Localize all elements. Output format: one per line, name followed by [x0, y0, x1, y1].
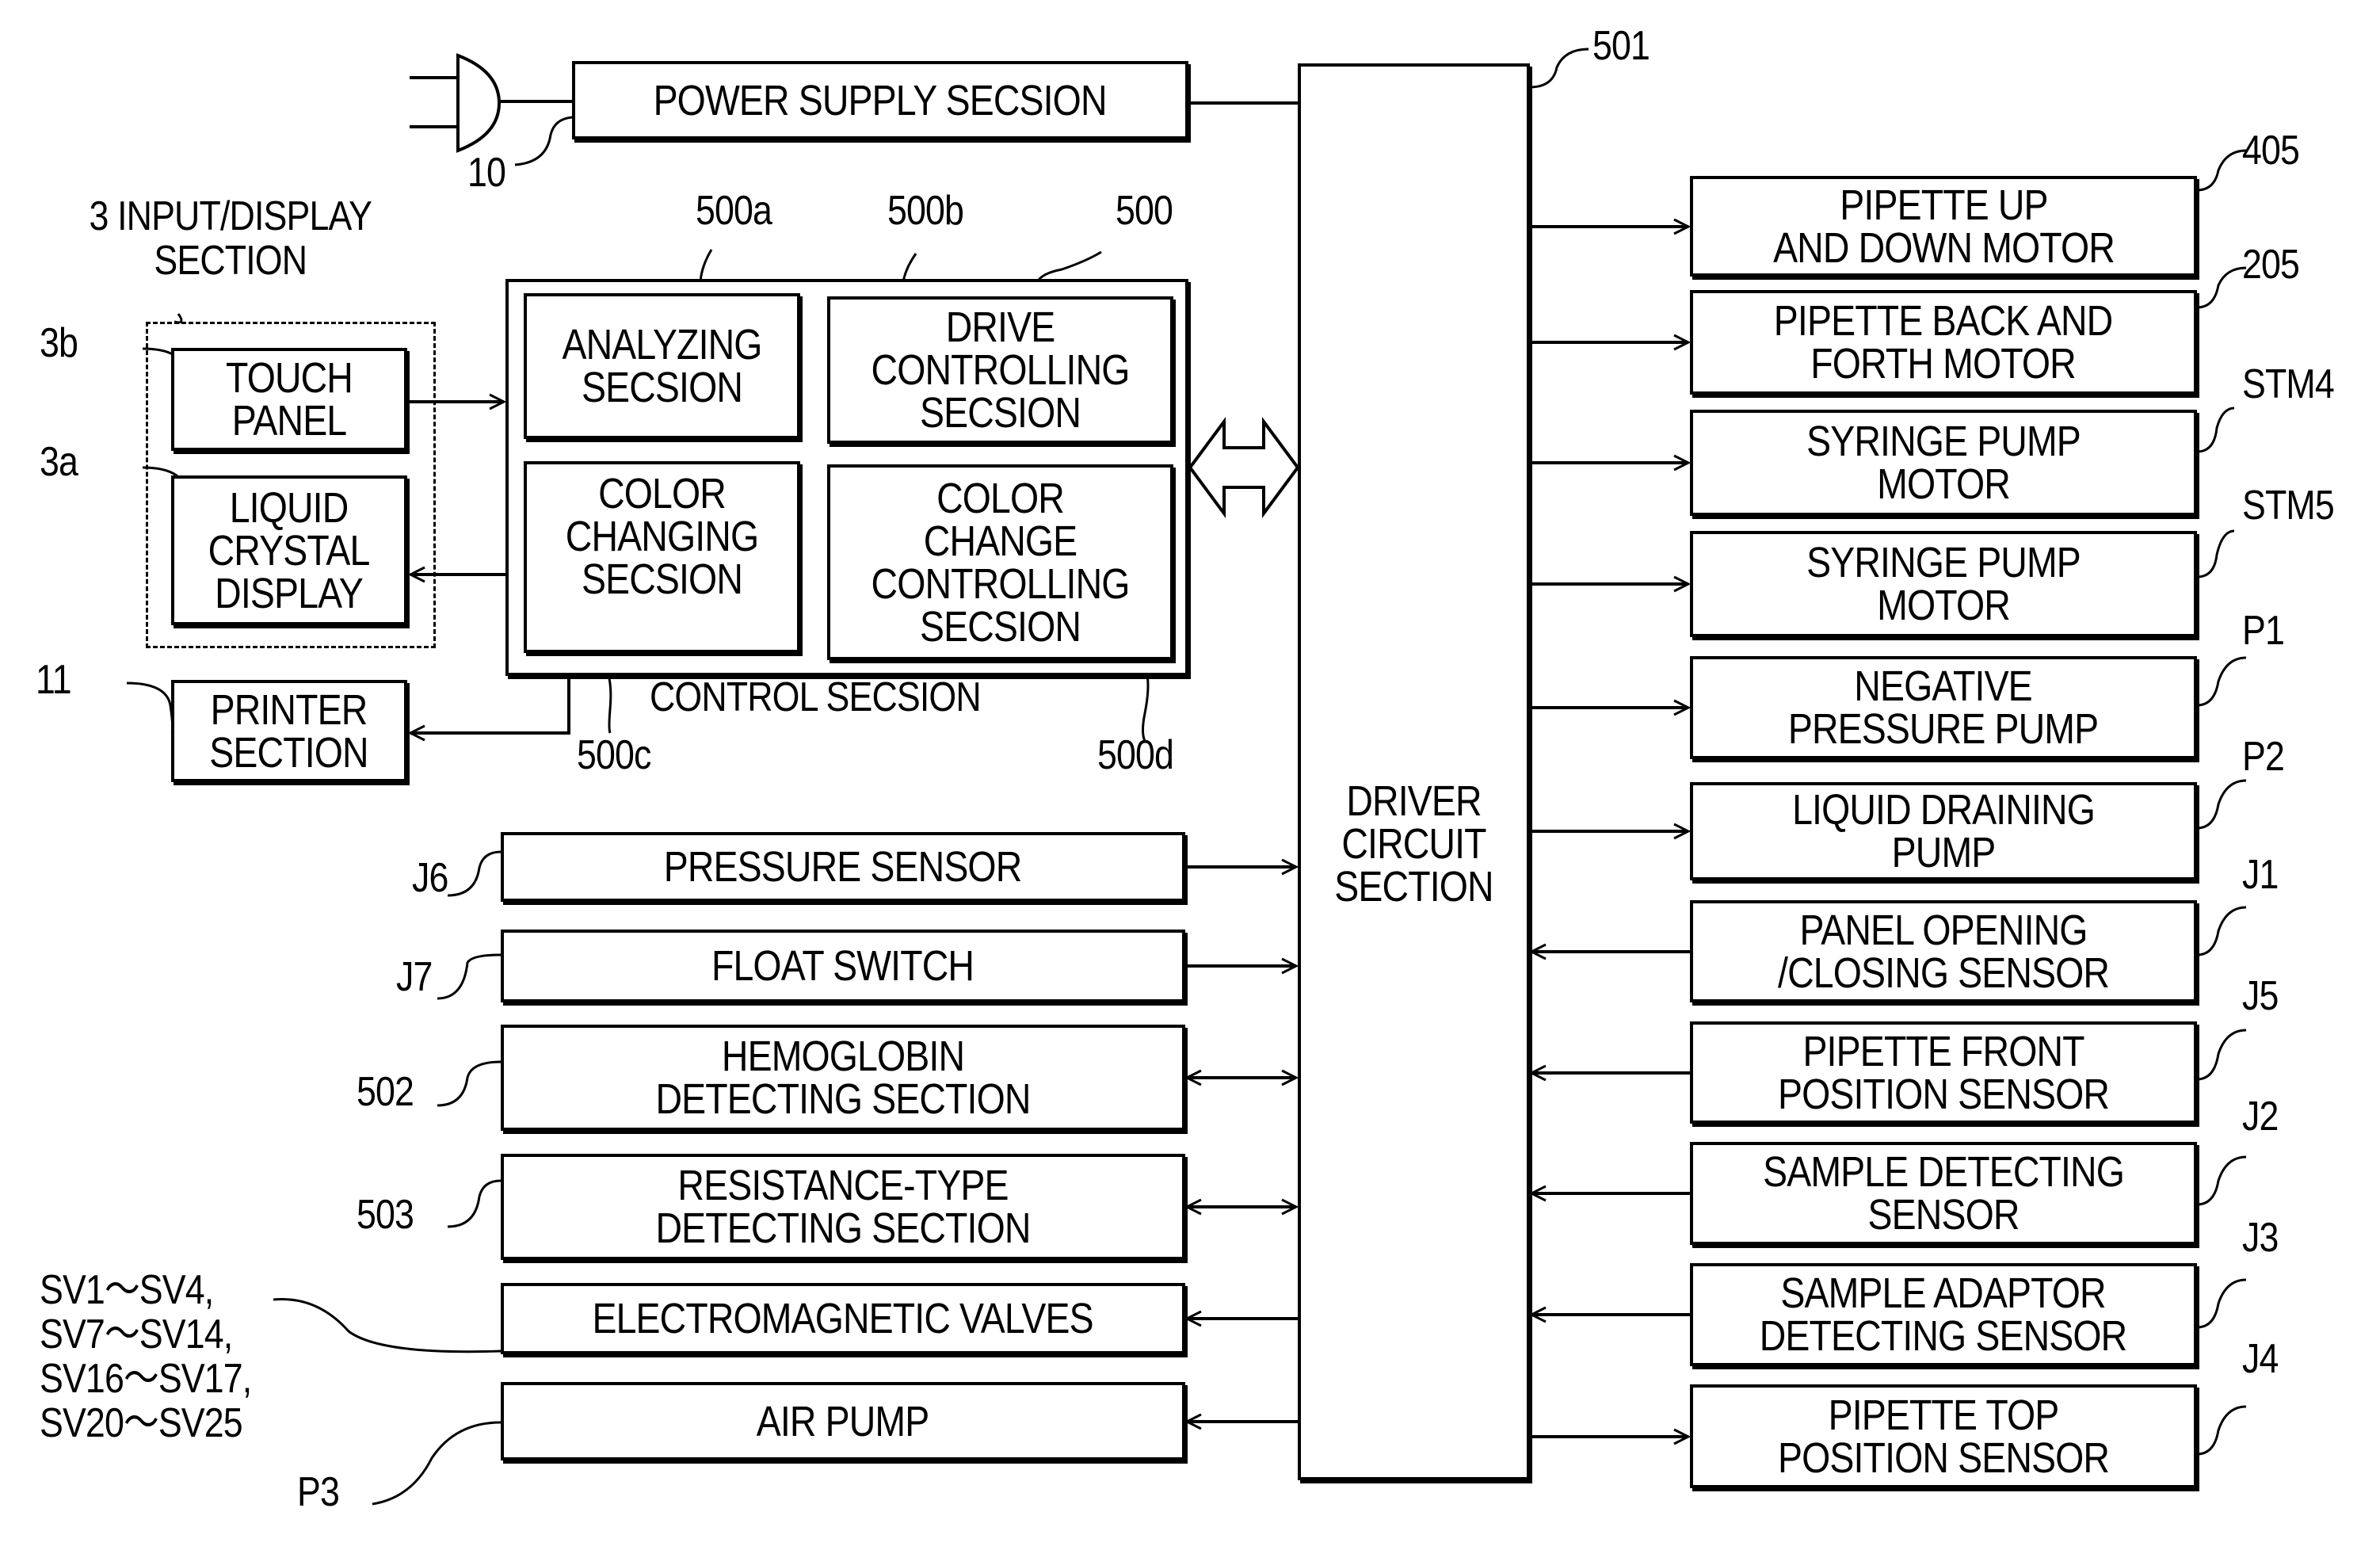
right-device-box: LIQUID DRAINING PUMP	[1690, 782, 2197, 880]
control-section-label: CONTROL SECSION	[650, 674, 982, 720]
ref-501: 501	[1592, 23, 1650, 69]
left-device-lines	[1185, 867, 1298, 1422]
right-device-label: PIPETTE FRONT POSITION SENSOR	[1777, 1027, 2110, 1118]
power-supply-label: POWER SUPPLY SECSION	[653, 76, 1108, 124]
ref-11: 11	[36, 657, 72, 703]
right-device-ref: J2	[2242, 1094, 2279, 1140]
right-device-box: PIPETTE UP AND DOWN MOTOR	[1690, 176, 2197, 277]
left-device-box: AIR PUMP	[501, 1382, 1185, 1460]
left-device-box: HEMOGLOBIN DETECTING SECTION	[501, 1025, 1185, 1131]
right-device-label: SYRINGE PUMP MOTOR	[1806, 418, 2081, 508]
right-device-label: LIQUID DRAINING PUMP	[1792, 786, 2096, 876]
right-device-ref: 205	[2242, 242, 2300, 288]
ref-500b: 500b	[887, 188, 964, 234]
right-device-label: SAMPLE ADAPTOR DETECTING SENSOR	[1760, 1269, 2127, 1360]
touch-panel-box: TOUCH PANEL	[171, 348, 407, 451]
left-device-ref: SV1～SV4, SV7～SV14, SV16～SV17, SV20～SV25	[40, 1267, 252, 1446]
color-change-controlling-label: COLOR CHANGE CONTROLLING SECSION	[871, 474, 1131, 651]
right-device-ref: 405	[2242, 128, 2300, 174]
right-device-box: PIPETTE FRONT POSITION SENSOR	[1690, 1021, 2197, 1124]
color-changing-section-box: COLOR CHANGING SECSION	[524, 461, 800, 653]
right-device-box: PIPETTE BACK AND FORTH MOTOR	[1690, 290, 2197, 395]
ref-500a: 500a	[696, 188, 772, 234]
right-device-box: SYRINGE PUMP MOTOR	[1690, 410, 2197, 516]
left-device-ref: P3	[297, 1469, 340, 1515]
right-device-label: SAMPLE DETECTING SENSOR	[1763, 1148, 2125, 1239]
color-change-controlling-section-box: COLOR CHANGE CONTROLLING SECSION	[827, 464, 1173, 660]
ref-10: 10	[467, 150, 506, 196]
analyzing-section-box: ANALYZING SECSION	[524, 293, 800, 439]
left-device-label: ELECTROMAGNETIC VALVES	[592, 1295, 1094, 1342]
driver-circuit-section-box: DRIVER CIRCUIT SECTION	[1298, 63, 1530, 1480]
ref-500d: 500d	[1097, 732, 1174, 778]
ref-500c: 500c	[577, 732, 651, 778]
right-device-ref: J4	[2242, 1336, 2279, 1382]
left-device-label: AIR PUMP	[757, 1397, 929, 1445]
right-device-label: PIPETTE BACK AND FORTH MOTOR	[1774, 297, 2113, 388]
power-supply-section-box: POWER SUPPLY SECSION	[572, 61, 1188, 139]
right-device-box: SYRINGE PUMP MOTOR	[1690, 531, 2197, 637]
printer-section-box: PRINTER SECTION	[171, 680, 407, 782]
color-changing-label: COLOR CHANGING SECSION	[565, 470, 759, 603]
lcd-box: LIQUID CRYSTAL DISPLAY	[171, 475, 407, 625]
right-device-ref: STM5	[2242, 483, 2335, 529]
drive-controlling-section-box: DRIVE CONTROLLING SECSION	[827, 296, 1173, 444]
left-device-box: RESISTANCE-TYPE DETECTING SECTION	[501, 1154, 1185, 1260]
right-device-label: SYRINGE PUMP MOTOR	[1806, 539, 2081, 629]
left-device-label: RESISTANCE-TYPE DETECTING SECTION	[655, 1162, 1031, 1252]
left-device-ref: 503	[357, 1192, 414, 1238]
lcd-label: LIQUID CRYSTAL DISPLAY	[208, 483, 371, 617]
right-device-box: PIPETTE TOP POSITION SENSOR	[1690, 1384, 2197, 1488]
right-device-lines	[1530, 227, 1690, 1437]
bidirectional-bus-arrow	[1188, 416, 1300, 519]
right-device-ref: J3	[2242, 1215, 2279, 1261]
control-to-printer-line	[410, 676, 570, 733]
input-display-title: 3 INPUT/DISPLAY SECTION	[89, 193, 372, 284]
right-device-box: PANEL OPENING /CLOSING SENSOR	[1690, 900, 2197, 1002]
power-plug-icon	[410, 53, 572, 153]
right-device-box: SAMPLE ADAPTOR DETECTING SENSOR	[1690, 1263, 2197, 1366]
right-device-ref: STM4	[2242, 361, 2335, 407]
touch-panel-label: TOUCH PANEL	[226, 354, 353, 445]
right-device-box: SAMPLE DETECTING SENSOR	[1690, 1142, 2197, 1245]
right-device-ref: P2	[2242, 734, 2285, 780]
left-device-ref: 502	[357, 1069, 414, 1115]
ref-3a: 3a	[40, 439, 78, 485]
analyzing-label: ANALYZING SECSION	[562, 321, 762, 411]
right-device-label: PIPETTE UP AND DOWN MOTOR	[1772, 181, 2115, 272]
left-device-label: PRESSURE SENSOR	[664, 843, 1022, 891]
printer-label: PRINTER SECTION	[209, 685, 369, 777]
left-device-box: ELECTROMAGNETIC VALVES	[501, 1283, 1185, 1354]
left-device-ref: J6	[412, 855, 448, 901]
ref-3b: 3b	[40, 320, 78, 366]
right-device-label: NEGATIVE PRESSURE PUMP	[1788, 662, 2099, 753]
right-device-ref: J1	[2242, 852, 2279, 898]
right-device-box: NEGATIVE PRESSURE PUMP	[1690, 656, 2197, 759]
left-device-label: FLOAT SWITCH	[711, 942, 975, 990]
right-device-ref: J5	[2242, 973, 2279, 1019]
left-device-box: FLOAT SWITCH	[501, 930, 1185, 1002]
left-device-ref: J7	[396, 954, 433, 1000]
right-device-label: PIPETTE TOP POSITION SENSOR	[1777, 1391, 2110, 1482]
ref-500: 500	[1116, 188, 1173, 234]
drive-controlling-label: DRIVE CONTROLLING SECSION	[871, 304, 1131, 437]
right-device-ref: P1	[2242, 608, 2285, 654]
left-device-box: PRESSURE SENSOR	[501, 832, 1185, 902]
right-device-label: PANEL OPENING /CLOSING SENSOR	[1777, 906, 2110, 997]
driver-label: DRIVER CIRCUIT SECTION	[1334, 777, 1493, 911]
left-device-label: HEMOGLOBIN DETECTING SECTION	[655, 1033, 1031, 1123]
